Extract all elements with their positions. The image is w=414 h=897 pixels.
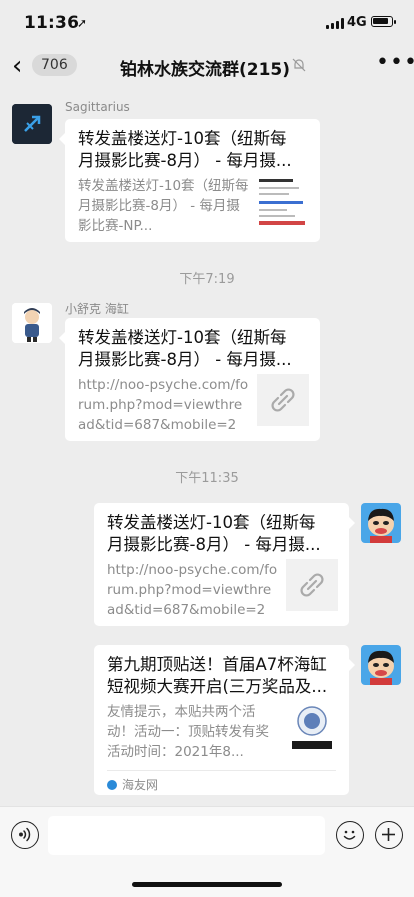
avatar-self[interactable] xyxy=(361,503,401,543)
plus-icon[interactable] xyxy=(375,821,403,849)
link-card[interactable]: 转发盖楼送灯-10套（纽斯每月摄影比赛-8月） - 每月摄... 转发盖楼送灯-… xyxy=(59,119,320,242)
card-title: 第九期顶贴送！首届A7杯海缸短视频大赛开启(三万奖品及... xyxy=(107,655,328,696)
emoji-icon[interactable] xyxy=(336,821,364,849)
status-bar: 11:36 ➚ 4G xyxy=(0,0,414,44)
sender-name: 小舒克 海缸 xyxy=(65,302,129,316)
location-arrow-icon: ➚ xyxy=(77,16,88,30)
card-thumbnail xyxy=(257,374,309,426)
network-type: 4G xyxy=(347,15,367,30)
card-divider xyxy=(107,770,336,771)
signal-icon xyxy=(326,18,344,29)
link-card[interactable]: 转发盖楼送灯-10套（纽斯每月摄影比赛-8月） - 每月摄... http://… xyxy=(94,503,355,626)
link-card[interactable]: 第九期顶贴送！首届A7杯海缸短视频大赛开启(三万奖品及... 友情提示，本贴共两… xyxy=(94,645,355,795)
home-indicator xyxy=(132,882,282,887)
source-logo-icon xyxy=(107,780,117,790)
unread-count-badge[interactable]: 706 xyxy=(32,54,77,76)
voice-input-icon[interactable] xyxy=(11,821,39,849)
link-icon xyxy=(271,388,295,412)
link-icon xyxy=(300,573,324,597)
timestamp: 下午11:35 xyxy=(175,471,239,486)
avatar-self[interactable] xyxy=(361,645,401,685)
sender-name: Sagittarius xyxy=(65,100,130,114)
mute-bell-icon xyxy=(292,58,306,72)
card-description: 友情提示，本贴共两个活动！活动一：顶贴转发有奖活动时间：2021年8... xyxy=(107,704,269,760)
link-card[interactable]: 转发盖楼送灯-10套（纽斯每月摄影比赛-8月） - 每月摄... http://… xyxy=(59,318,320,441)
card-thumbnail xyxy=(286,701,338,753)
back-icon[interactable]: ‹ xyxy=(12,53,22,79)
more-options-icon[interactable]: ••• xyxy=(376,50,414,75)
card-thumbnail xyxy=(286,559,338,611)
card-title: 转发盖楼送灯-10套（纽斯每月摄影比赛-8月） - 每月摄... xyxy=(107,513,321,554)
status-time: 11:36 xyxy=(24,13,80,33)
card-description: http://noo-psyche.com/forum.php?mod=view… xyxy=(107,562,278,618)
card-title: 转发盖楼送灯-10套（纽斯每月摄影比赛-8月） - 每月摄... xyxy=(78,328,292,369)
card-thumbnail xyxy=(257,175,309,227)
card-title: 转发盖楼送灯-10套（纽斯每月摄影比赛-8月） - 每月摄... xyxy=(78,129,292,170)
timestamp: 下午7:19 xyxy=(179,272,235,287)
battery-icon xyxy=(371,16,396,27)
avatar-sagittarius[interactable] xyxy=(12,104,52,144)
message-input[interactable] xyxy=(48,816,325,855)
avatar-xiaoshuke[interactable] xyxy=(12,303,52,343)
chat-title: 铂林水族交流群(215) xyxy=(120,60,291,80)
card-description: http://noo-psyche.com/forum.php?mod=view… xyxy=(78,377,249,433)
chat-header: ‹ 706 铂林水族交流群(215) ••• xyxy=(0,44,414,88)
source-name: 海友网 xyxy=(122,778,159,792)
card-source: 海友网 xyxy=(107,776,158,793)
card-description: 转发盖楼送灯-10套（纽斯每月摄影比赛-8月） - 每月摄影比赛-NP... xyxy=(78,178,249,234)
